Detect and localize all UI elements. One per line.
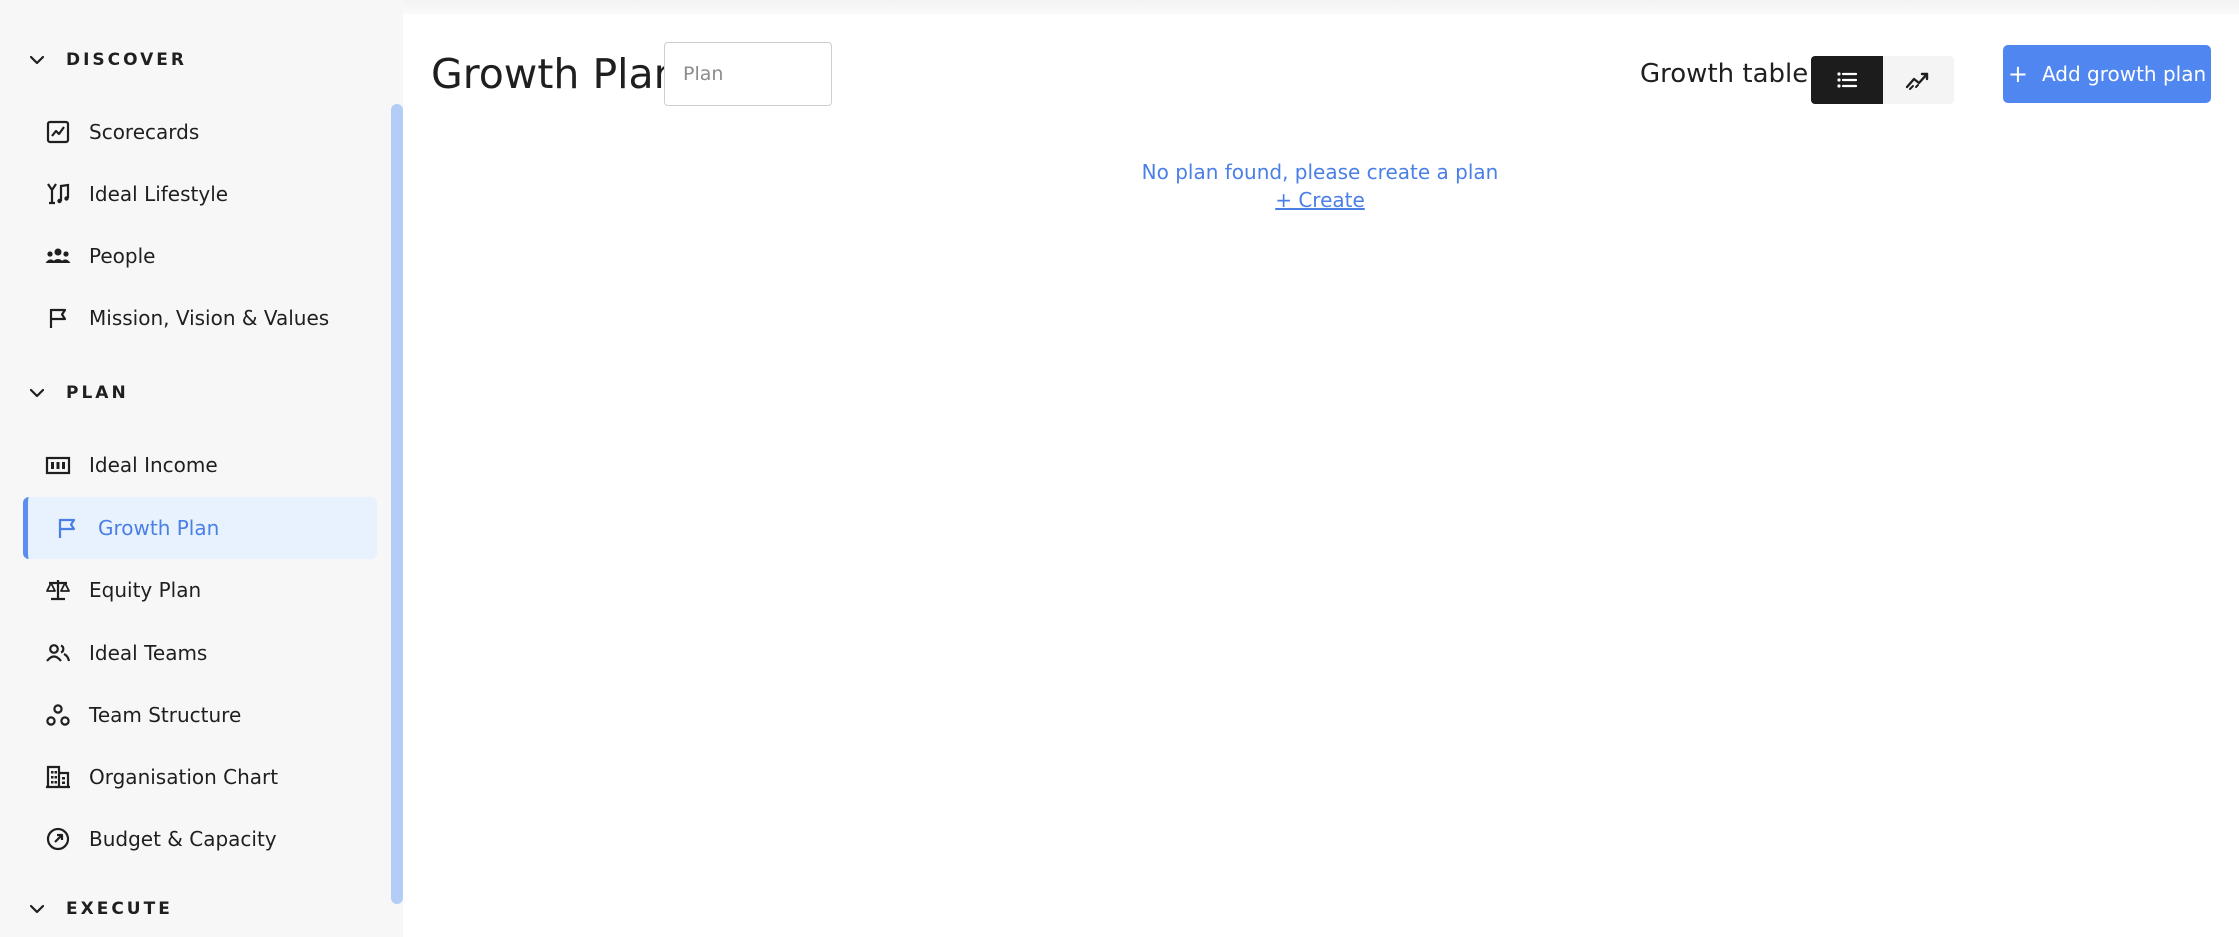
sidebar-item-label: Ideal Teams xyxy=(89,641,208,665)
sidebar-item-label: Ideal Lifestyle xyxy=(89,182,229,206)
plan-input[interactable] xyxy=(664,42,832,106)
sidebar-item-team-structure[interactable]: Team Structure xyxy=(23,684,377,746)
sidebar-item-equity-plan[interactable]: Equity Plan xyxy=(23,559,377,621)
people-icon xyxy=(45,243,71,269)
sidebar-scrollbar[interactable] xyxy=(391,104,403,904)
create-plan-link[interactable]: + Create xyxy=(1220,186,1420,214)
section-execute[interactable]: EXECUTE xyxy=(28,889,173,929)
view-label: Growth table xyxy=(1640,59,1809,89)
sidebar-item-label: Ideal Income xyxy=(89,453,218,477)
gauge-icon xyxy=(45,826,71,852)
top-bar xyxy=(403,0,2239,14)
chevron-down-icon xyxy=(29,904,45,914)
sidebar-item-growth-plan[interactable]: Growth Plan xyxy=(23,497,377,559)
sidebar-item-label: People xyxy=(89,244,156,268)
empty-state-message: No plan found, please create a plan xyxy=(1141,160,1499,184)
sidebar-item-label: Mission, Vision & Values xyxy=(89,306,330,330)
section-discover[interactable]: DISCOVER xyxy=(28,40,187,80)
sidebar-item-ideal-income[interactable]: Ideal Income xyxy=(23,434,377,496)
add-growth-plan-label: Add growth plan xyxy=(2041,62,2207,86)
chevron-down-icon xyxy=(29,388,45,398)
section-plan[interactable]: PLAN xyxy=(28,373,129,413)
sidebar-item-ideal-lifestyle[interactable]: Ideal Lifestyle xyxy=(23,163,377,225)
list-view-button[interactable] xyxy=(1811,56,1883,104)
income-icon xyxy=(45,452,71,478)
add-growth-plan-button[interactable]: + Add growth plan xyxy=(2003,45,2211,103)
view-toggle xyxy=(1811,56,1954,104)
sidebar-item-scorecards[interactable]: Scorecards xyxy=(23,101,377,163)
chevron-down-icon xyxy=(29,55,45,65)
sidebar-item-label: Equity Plan xyxy=(89,578,202,602)
sidebar-item-ideal-teams[interactable]: Ideal Teams xyxy=(23,622,377,684)
sidebar-item-mission-vision-values[interactable]: Mission, Vision & Values xyxy=(23,287,377,349)
section-label: PLAN xyxy=(66,383,129,403)
chart-icon xyxy=(45,119,71,145)
lifestyle-icon xyxy=(45,181,71,207)
page-title: Growth Plan xyxy=(431,50,680,98)
flag-icon xyxy=(54,515,80,541)
sidebar-item-budget-capacity[interactable]: Budget & Capacity xyxy=(23,808,377,870)
sidebar-item-people[interactable]: People xyxy=(23,225,377,287)
structure-icon xyxy=(45,702,71,728)
sidebar: DISCOVER Scorecards Ideal Lifestyle Peop… xyxy=(0,0,403,937)
sidebar-item-label: Organisation Chart xyxy=(89,765,279,789)
sidebar-item-organisation-chart[interactable]: Organisation Chart xyxy=(23,746,377,808)
flag-icon xyxy=(45,305,71,331)
trend-icon xyxy=(1906,72,1929,90)
sidebar-item-label: Budget & Capacity xyxy=(89,827,277,851)
scale-icon xyxy=(45,577,71,603)
teams-icon xyxy=(45,640,71,666)
list-icon xyxy=(1837,72,1857,88)
sidebar-item-label: Scorecards xyxy=(89,120,200,144)
sidebar-item-label: Growth Plan xyxy=(98,516,220,540)
section-label: EXECUTE xyxy=(66,899,173,919)
section-label: DISCOVER xyxy=(66,50,188,70)
plus-icon: + xyxy=(2007,60,2028,88)
sidebar-item-label: Team Structure xyxy=(89,703,242,727)
chart-view-button[interactable] xyxy=(1882,56,1954,104)
building-icon xyxy=(45,764,71,790)
